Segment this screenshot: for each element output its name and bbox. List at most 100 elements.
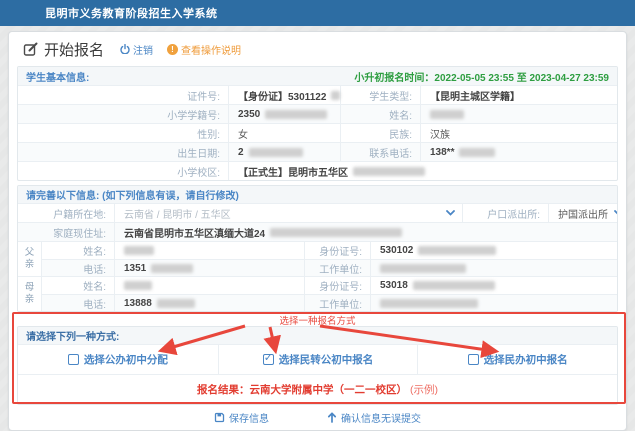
ethnicity-label: 民族: (340, 124, 420, 142)
table-row: 小学学籍号: 2350 姓名: (18, 104, 617, 123)
option-private-school[interactable]: 选择民办初中报名 (417, 345, 617, 374)
redacted-text (151, 264, 193, 273)
submit-button[interactable]: 确认信息无误提交 (327, 410, 421, 425)
table-row: 电话: 1351 工作单位: (42, 259, 617, 276)
hukou-label: 户籍所在地: (18, 204, 114, 222)
redacted-text (380, 299, 478, 308)
help-button[interactable]: ! 查看操作说明 (167, 42, 241, 57)
father-info-group: 父亲 姓名: 身份证号: 530102 电话: 1351 工作单位: (18, 241, 617, 276)
redacted-text (249, 148, 303, 157)
father-phone-field[interactable]: 1351 (114, 260, 304, 276)
choice-options-row: 选择公办初中分配 选择民转公初中报名 选择民办初中报名 (18, 344, 617, 374)
phone-value: 138** (420, 143, 617, 161)
choice-section-title: 请选择下列一种方式: (26, 328, 119, 343)
birthdate-label: 出生日期: (18, 143, 228, 161)
hukou-select[interactable]: 云南省 / 昆明市 / 五华区 (114, 204, 462, 222)
table-row: 姓名: 身份证号: 53018 (42, 277, 617, 294)
redacted-text (124, 246, 154, 255)
chevron-down-icon (446, 210, 455, 216)
choice-section: 选择一种报名方式 请选择下列一种方式: 选择公办初中分配 选择民转公初中报名 选… (17, 313, 618, 405)
option-private-to-public-school[interactable]: 选择民转公初中报名 (218, 345, 418, 374)
option-label: 选择民办初中报名 (484, 352, 568, 367)
mother-phone-field[interactable]: 13888 (114, 295, 304, 311)
logout-button[interactable]: 注销 (120, 42, 153, 57)
table-row: 证件号: 【身份证】5301122 学生类型: 【昆明主城区学籍】 (18, 85, 617, 104)
option-label: 选择公办初中分配 (84, 352, 168, 367)
registration-result-row: 报名结果：云南大学附属中学（一二一校区） (示例) (18, 374, 617, 404)
primary-school-id-value: 2350 (228, 105, 340, 123)
student-type-value: 【昆明主城区学籍】 (420, 86, 617, 104)
redacted-text (124, 281, 152, 290)
option-public-school-allocation[interactable]: 选择公办初中分配 (18, 345, 218, 374)
edit-icon (23, 42, 38, 57)
mother-work-field[interactable] (370, 295, 617, 311)
main-card: 开始报名 注销 ! 查看操作说明 学生基本信息: 小升初报名时间：2022-05… (8, 31, 627, 431)
cert-value: 【身份证】5301122 (228, 86, 340, 104)
checkbox-icon[interactable] (68, 354, 79, 365)
mother-name-field[interactable] (114, 277, 304, 294)
father-name-label: 姓名: (42, 242, 114, 259)
checkbox-icon[interactable] (468, 354, 479, 365)
save-button[interactable]: 保存信息 (214, 410, 269, 425)
page-title: 开始报名 (44, 39, 104, 60)
student-section-header: 学生基本信息: 小升初报名时间：2022-05-05 23:55 至 2023-… (18, 67, 617, 85)
registration-result: 报名结果：云南大学附属中学（一二一校区） (197, 382, 407, 397)
father-work-field[interactable] (370, 260, 617, 276)
redacted-text (413, 281, 495, 290)
complete-info-table: 请完善以下信息: (如下列信息有误，请自行修改) 户籍所在地: 云南省 / 昆明… (17, 185, 618, 312)
title-bar: 开始报名 注销 ! 查看操作说明 (17, 32, 618, 66)
topbar: 昆明市义务教育阶段招生入学系统 (0, 0, 635, 26)
mother-phone-label: 电话: (42, 295, 114, 311)
father-group-label: 父亲 (18, 242, 42, 276)
arrow-up-icon (327, 412, 337, 423)
redacted-text (380, 264, 466, 273)
complete-section-header: 请完善以下信息: (如下列信息有误，请自行修改) (18, 186, 617, 203)
redacted-text (353, 167, 425, 176)
redacted-text (265, 110, 327, 119)
footer-actions: 保存信息 确认信息无误提交 (17, 410, 618, 424)
police-station-select[interactable]: 护国派出所 (548, 204, 617, 222)
mother-group-label: 母亲 (18, 277, 42, 311)
save-icon (214, 412, 225, 423)
logout-label: 注销 (133, 42, 153, 57)
redacted-text (157, 299, 195, 308)
submit-label: 确认信息无误提交 (341, 410, 421, 425)
help-label: 查看操作说明 (181, 42, 241, 57)
page: { "topbar": { "title": "昆明市义务教育阶段招生入学系统"… (0, 0, 635, 425)
table-row: 出生日期: 2 联系电话: 138** (18, 142, 617, 161)
registration-result-note: (示例) (410, 382, 438, 397)
alert-circle-icon: ! (167, 44, 178, 55)
checkbox-checked-icon[interactable] (263, 354, 274, 365)
birthdate-value: 2 (228, 143, 340, 161)
name-label: 姓名: (340, 105, 420, 123)
student-section-title: 学生基本信息: (26, 69, 89, 84)
table-row: 电话: 13888 工作单位: (42, 294, 617, 311)
police-station-label: 户口派出所: (462, 204, 548, 222)
app-title: 昆明市义务教育阶段招生入学系统 (0, 5, 218, 21)
redacted-text (418, 246, 496, 255)
father-id-label: 身份证号: (304, 242, 370, 259)
student-info-table: 学生基本信息: 小升初报名时间：2022-05-05 23:55 至 2023-… (17, 66, 618, 181)
table-row: 户籍所在地: 云南省 / 昆明市 / 五华区 户口派出所: 护国派出所 (18, 203, 617, 222)
cert-label: 证件号: (18, 86, 228, 104)
redacted-text (331, 91, 340, 100)
father-id-field[interactable]: 530102 (370, 242, 617, 259)
mother-id-field[interactable]: 53018 (370, 277, 617, 294)
save-label: 保存信息 (229, 410, 269, 425)
choice-section-header: 请选择下列一种方式: (18, 327, 617, 344)
home-address-field[interactable]: 云南省昆明市五华区滇缅大道24 (114, 223, 617, 241)
annotation-choose-method: 选择一种报名方式 (17, 313, 618, 326)
redacted-text (430, 110, 464, 119)
redacted-text (459, 148, 495, 157)
student-type-label: 学生类型: (340, 86, 420, 104)
table-row: 家庭现住址: 云南省昆明市五华区滇缅大道24 (18, 222, 617, 241)
father-name-field[interactable] (114, 242, 304, 259)
primary-school-id-label: 小学学籍号: (18, 105, 228, 123)
redacted-text (270, 228, 402, 237)
name-value (420, 105, 617, 123)
gender-label: 性别: (18, 124, 228, 142)
campus-value: 【正式生】昆明市五华区 (228, 162, 617, 180)
father-phone-label: 电话: (42, 260, 114, 276)
table-row: 姓名: 身份证号: 530102 (42, 242, 617, 259)
chevron-down-icon (614, 210, 618, 216)
